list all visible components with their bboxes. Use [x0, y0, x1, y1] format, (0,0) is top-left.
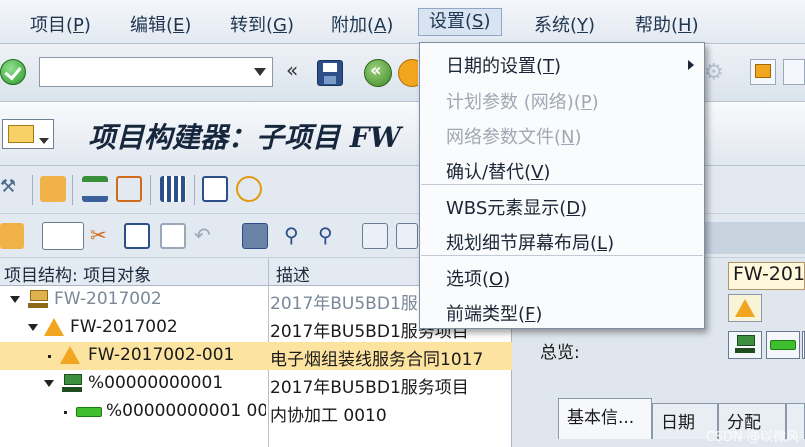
menu-item-network-profile: 网络参数文件(N) [446, 127, 582, 148]
refresh-icon[interactable] [236, 176, 262, 202]
command-field[interactable] [39, 57, 273, 87]
delete-icon[interactable] [242, 223, 268, 249]
col-header-structure: 项目结构: 项目对象 [4, 266, 152, 286]
wrench-icon[interactable]: ⚒ [0, 176, 26, 202]
watermark: CSDN @以微风 [705, 430, 799, 445]
sort-icon[interactable] [40, 176, 66, 202]
activity-overview-button[interactable] [766, 331, 800, 359]
table-row-selected[interactable]: FW-2017002-001 电子烟组装线服务合同1017 [0, 342, 512, 370]
wbs-element-icon [735, 335, 755, 355]
find-next-icon[interactable]: ⚲ [318, 223, 344, 249]
overview-label: 总览: [540, 343, 580, 363]
cut-icon[interactable]: ✂ [90, 223, 116, 249]
warning-icon [60, 346, 80, 364]
menu-item-options[interactable]: 选项(O) [446, 265, 510, 291]
menu-item-wbs-display[interactable]: WBS元素显示(D) [446, 194, 587, 220]
exit-icon[interactable] [398, 59, 418, 87]
copy-icon[interactable] [124, 223, 150, 249]
settings-dropdown-menu: 日期的设置(T) 计划参数 (网络)(P) 网络参数文件(N) 确认/替代(V)… [419, 42, 705, 329]
menu-settings[interactable]: 设置(S) [418, 8, 502, 36]
enter-check-icon[interactable] [0, 59, 26, 85]
expand-triangle-icon[interactable] [10, 296, 20, 303]
find-icon[interactable]: ⚲ [284, 223, 310, 249]
open-folder-icon[interactable] [0, 223, 24, 249]
wbs-overview-button[interactable] [728, 331, 762, 359]
menu-item-date-settings[interactable]: 日期的设置(T) [446, 52, 704, 78]
menu-extras[interactable]: 附加(A) [331, 11, 393, 37]
project-field[interactable]: FW-2017 [728, 262, 805, 290]
edit-list-icon[interactable] [202, 176, 228, 202]
expand-icon[interactable] [362, 223, 388, 249]
tab-basic-data[interactable]: 基本信... [558, 398, 652, 439]
selection-menu-button[interactable] [2, 119, 54, 149]
project-definition-icon [28, 290, 48, 310]
create-session-icon[interactable] [750, 59, 776, 85]
gear-icon[interactable]: ⚙ [704, 60, 728, 85]
warning-status-button[interactable] [728, 294, 762, 322]
page-title: 项目构建器：子项目 FW [88, 121, 402, 154]
submenu-arrow-icon [688, 60, 694, 70]
collapse-icon[interactable] [396, 223, 418, 249]
shortcut-icon[interactable] [783, 59, 805, 85]
paste-icon[interactable] [160, 223, 186, 249]
menu-system[interactable]: 系统(Y) [534, 11, 595, 37]
menu-bar: 项目(P) 编辑(E) 转到(G) 附加(A) 设置(S) 系统(Y) 帮助(H… [0, 0, 805, 44]
activity-icon [76, 407, 102, 417]
menu-help[interactable]: 帮助(H) [635, 11, 699, 37]
command-collapse-icon[interactable]: « [286, 58, 298, 82]
save-icon[interactable] [317, 60, 343, 86]
menu-edit[interactable]: 编辑(E) [130, 11, 191, 37]
expand-triangle-icon[interactable] [44, 380, 54, 387]
menu-goto[interactable]: 转到(G) [230, 11, 294, 37]
wbs-element-icon [62, 374, 82, 394]
menu-project[interactable]: 项目(P) [30, 11, 91, 37]
menu-item-frontend-type[interactable]: 前端类型(F) [446, 300, 542, 326]
expand-triangle-icon[interactable] [28, 324, 38, 331]
folder-icon [8, 125, 34, 143]
table-icon[interactable] [160, 176, 186, 202]
level-icon[interactable] [82, 176, 108, 202]
command-dropdown-icon[interactable] [254, 68, 266, 76]
menu-item-confirm-substitute[interactable]: 确认/替代(V) [446, 158, 550, 184]
warning-icon [44, 318, 64, 336]
hierarchy-icon[interactable] [116, 176, 142, 202]
chevron-down-icon [39, 138, 49, 144]
new-document-icon[interactable] [42, 222, 84, 250]
menu-item-detail-layout[interactable]: 规划细节屏幕布局(L) [446, 229, 614, 255]
col-header-description: 描述 [276, 266, 310, 286]
menu-item-scheduling-params: 计划参数 (网络)(P) [446, 92, 599, 113]
activity-icon [770, 340, 796, 350]
undo-icon[interactable]: ↶ [194, 223, 220, 249]
back-icon[interactable] [364, 59, 392, 87]
table-row[interactable]: %00000000001 2017年BU5BD1服务项目 [0, 370, 512, 398]
table-row[interactable]: %00000000001 00 内协加工 0010 [0, 398, 512, 426]
